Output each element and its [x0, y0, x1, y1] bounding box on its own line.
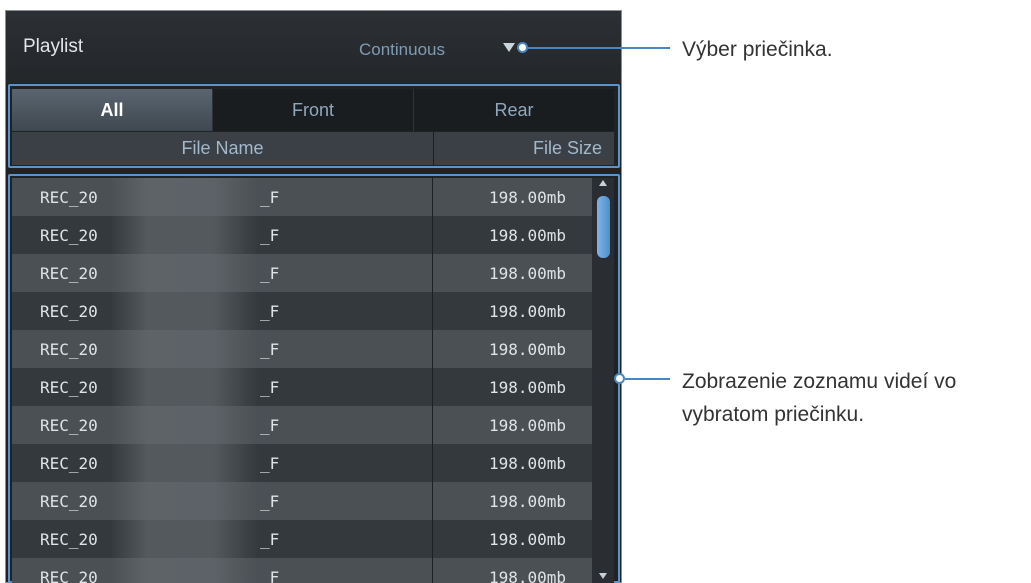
table-row[interactable]: REC_20 _F 198.00mb: [12, 216, 592, 254]
table-row[interactable]: REC_20 _F 198.00mb: [12, 406, 592, 444]
table-row[interactable]: REC_20 _F 198.00mb: [12, 520, 592, 558]
table-row[interactable]: REC_20 _F 198.00mb: [12, 368, 592, 406]
file-size-cell: 198.00mb: [488, 339, 566, 359]
file-name-suffix: _F: [260, 529, 280, 549]
file-name-prefix: REC_20: [40, 377, 98, 397]
table-row[interactable]: REC_20 _F 198.00mb: [12, 178, 592, 216]
file-name-cell: REC_20 _F: [12, 520, 433, 558]
redacted-timestamp: [110, 368, 258, 406]
file-name-suffix: _F: [260, 453, 280, 473]
file-size-cell: 198.00mb: [488, 377, 566, 397]
file-size-cell: 198.00mb: [488, 187, 566, 207]
file-name-prefix: REC_20: [40, 453, 98, 473]
file-name-prefix: REC_20: [40, 225, 98, 245]
table-row[interactable]: REC_20 _F 198.00mb: [12, 330, 592, 368]
folder-tabs: All Front Rear: [12, 89, 614, 131]
column-header-row: File Name File Size: [12, 132, 614, 165]
file-name-cell: REC_20 _F: [12, 444, 433, 482]
file-name-cell: REC_20 _F: [12, 368, 433, 406]
file-name-cell: REC_20 _F: [12, 178, 433, 216]
callout-line-folder: [528, 47, 670, 49]
redacted-timestamp: [110, 254, 258, 292]
file-name-prefix: REC_20: [40, 187, 98, 207]
callout-dot-folder: [517, 42, 528, 53]
redacted-timestamp: [110, 216, 258, 254]
tab-rear[interactable]: Rear: [414, 89, 614, 131]
redacted-timestamp: [110, 444, 258, 482]
list-scrollbar[interactable]: [592, 178, 614, 583]
tab-all[interactable]: All: [12, 89, 213, 131]
file-name-cell: REC_20 _F: [12, 292, 433, 330]
file-name-prefix: REC_20: [40, 263, 98, 283]
redacted-timestamp: [110, 558, 258, 583]
file-name-suffix: _F: [260, 301, 280, 321]
chevron-down-icon[interactable]: [503, 43, 515, 52]
tab-front[interactable]: Front: [213, 89, 414, 131]
file-name-cell: REC_20 _F: [12, 406, 433, 444]
file-name-suffix: _F: [260, 225, 280, 245]
column-header-file-name[interactable]: File Name: [12, 132, 434, 165]
scroll-thumb[interactable]: [597, 196, 610, 258]
callout-list-line2: vybratom priečinku.: [682, 403, 865, 426]
file-size-cell: 198.00mb: [488, 225, 566, 245]
file-name-suffix: _F: [260, 263, 280, 283]
file-name-cell: REC_20 _F: [12, 254, 433, 292]
file-name-prefix: REC_20: [40, 415, 98, 435]
file-name-prefix: REC_20: [40, 491, 98, 511]
table-row[interactable]: REC_20 _F 198.00mb: [12, 254, 592, 292]
redacted-timestamp: [110, 330, 258, 368]
file-list: REC_20 _F 198.00mb REC_20 _F 198.00mb REC_20 _F…: [12, 178, 592, 583]
file-name-prefix: REC_20: [40, 567, 98, 583]
redacted-timestamp: [110, 178, 258, 216]
file-name-suffix: _F: [260, 377, 280, 397]
file-name-cell: REC_20 _F: [12, 330, 433, 368]
callout-dot-list: [614, 373, 625, 384]
file-name-prefix: REC_20: [40, 339, 98, 359]
callout-list-line1: Zobrazenie zoznamu videí vo: [682, 370, 957, 393]
column-header-file-size[interactable]: File Size: [434, 132, 614, 165]
table-row[interactable]: REC_20 _F 198.00mb: [12, 482, 592, 520]
file-size-cell: 198.00mb: [488, 263, 566, 283]
file-size-cell: 198.00mb: [488, 529, 566, 549]
table-row[interactable]: REC_20 _F 198.00mb: [12, 444, 592, 482]
file-size-cell: 198.00mb: [488, 567, 566, 583]
redacted-timestamp: [110, 482, 258, 520]
file-name-prefix: REC_20: [40, 301, 98, 321]
scroll-up-arrow-icon[interactable]: [599, 180, 607, 186]
redacted-timestamp: [110, 520, 258, 558]
file-name-cell: REC_20 _F: [12, 216, 433, 254]
playback-mode-dropdown[interactable]: Continuous: [359, 40, 445, 60]
table-row[interactable]: REC_20 _F 198.00mb: [12, 558, 592, 583]
callout-folder-select: Výber priečinka.: [682, 38, 833, 61]
table-row[interactable]: REC_20 _F 198.00mb: [12, 292, 592, 330]
file-name-cell: REC_20 _F: [12, 482, 433, 520]
callout-line-list: [625, 378, 670, 380]
redacted-timestamp: [110, 292, 258, 330]
file-name-suffix: _F: [260, 415, 280, 435]
file-size-cell: 198.00mb: [488, 491, 566, 511]
file-size-cell: 198.00mb: [488, 301, 566, 321]
file-name-suffix: _F: [260, 339, 280, 359]
file-size-cell: 198.00mb: [488, 453, 566, 473]
scroll-down-arrow-icon[interactable]: [599, 573, 607, 579]
file-name-cell: REC_20 _F: [12, 558, 433, 583]
file-size-cell: 198.00mb: [488, 415, 566, 435]
file-name-suffix: _F: [260, 567, 280, 583]
file-name-prefix: REC_20: [40, 529, 98, 549]
file-name-suffix: _F: [260, 491, 280, 511]
file-name-suffix: _F: [260, 187, 280, 207]
playlist-title: Playlist: [23, 36, 84, 57]
redacted-timestamp: [110, 406, 258, 444]
